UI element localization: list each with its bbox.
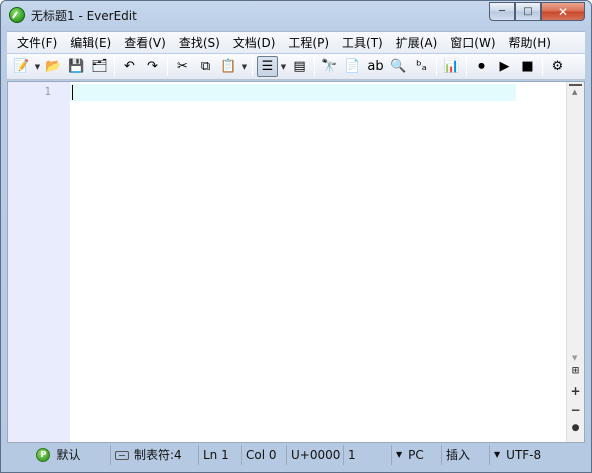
app-window: 无标题1 - EverEdit ─ □ ✕ 文件(F) 编辑(E) 查看(V) … [0,0,592,473]
toolbar-separator [167,57,168,76]
line-number: 1 [44,85,51,98]
tab-setting-label: 制表符:4 [134,448,182,462]
open-folder-icon[interactable]: 📂 [43,56,64,77]
copy-icon[interactable]: ⧉ [195,56,216,77]
word-wrap-icon[interactable]: ☰ [257,56,278,77]
menu-project[interactable]: 工程(P) [282,33,335,53]
status-line: Ln 1 [199,445,242,465]
status-encoding[interactable]: ▼ UTF-8 [490,445,560,465]
new-file-icon[interactable]: 📝 [11,56,32,77]
paste-icon[interactable]: 📋 [218,56,239,77]
split-view-icon[interactable]: ⊞ [567,366,584,376]
macro-stop-icon[interactable]: ■ [517,56,538,77]
toolbar-separator [114,57,115,76]
paste-dropdown-icon[interactable]: ▼ [240,56,249,77]
status-bar: P 默认 制表符:4 Ln 1 Col 0 U+0000 1 ▼ PC 插入 ▼… [7,444,585,466]
redo-icon[interactable]: ↷ [142,56,163,77]
find-in-document-icon[interactable]: 📄 [342,56,363,77]
caption-buttons: ─ □ ✕ [489,2,585,21]
status-language[interactable]: P 默认 [7,445,111,465]
save-all-icon[interactable]: 🗂 [89,56,110,77]
status-selection-count: 1 [344,445,392,465]
column-mode-icon[interactable]: 📊 [441,56,462,77]
cut-icon[interactable]: ✂ [172,56,193,77]
encoding-dropdown-icon: ▼ [494,450,501,459]
close-button[interactable]: ✕ [541,2,585,21]
window-title: 无标题1 - EverEdit [31,9,137,23]
scroll-up-icon[interactable]: ▲ [572,88,577,96]
menu-help[interactable]: 帮助(H) [503,33,557,53]
vertical-scrollbar[interactable]: ▲ ▼ ⊞ + − ● [566,82,584,442]
menu-file[interactable]: 文件(F) [11,33,63,53]
language-badge-icon: P [36,448,51,462]
toolbar: 📝 ▼ 📂 💾 🗂 ↶ ↷ ✂ ⧉ 📋 ▼ ☰ ▼ ▤ 🔭 📄 ab 🔍 ᵇₐ … [7,54,585,80]
scroll-down-icon[interactable]: ▼ [572,354,577,362]
toolbar-separator [436,57,437,76]
menu-document[interactable]: 文档(D) [227,33,282,53]
editor-pane: 1 ▲ ▼ ⊞ + − ● [7,81,585,443]
toolbar-separator [542,57,543,76]
replace-icon[interactable]: ab [365,56,386,77]
macro-play-icon[interactable]: ▶ [494,56,515,77]
menu-search[interactable]: 查找(S) [173,33,226,53]
view-settings-icon[interactable]: ● [567,423,584,433]
line-ending-dropdown-icon: ▼ [396,450,403,459]
toolbar-separator [314,57,315,76]
menu-bar: 文件(F) 编辑(E) 查看(V) 查找(S) 文档(D) 工程(P) 工具(T… [7,31,585,53]
everedit-logo-icon [9,7,25,23]
maximize-button[interactable]: □ [515,2,541,21]
line-ending-label: PC [408,448,424,462]
status-insert-mode[interactable]: 插入 [442,445,490,465]
status-tab-setting[interactable]: 制表符:4 [111,445,199,465]
menu-window[interactable]: 窗口(W) [444,33,501,53]
language-label: 默认 [56,448,81,462]
extra-tool-icon[interactable]: ⚙ [547,56,568,77]
minimize-button[interactable]: ─ [489,2,515,21]
text-caret [72,85,73,100]
menu-view[interactable]: 查看(V) [118,33,172,53]
replace-in-files-icon[interactable]: ᵇₐ [411,56,432,77]
macro-record-icon[interactable]: ⏺ [471,56,492,77]
title-bar[interactable]: 无标题1 - EverEdit ─ □ ✕ [1,1,591,31]
status-line-ending[interactable]: ▼ PC [392,445,442,465]
encoding-label: UTF-8 [506,448,542,462]
undo-icon[interactable]: ↶ [119,56,140,77]
menu-tools[interactable]: 工具(T) [336,33,389,53]
status-unicode: U+0000 [287,445,344,465]
zoom-in-icon[interactable]: + [567,384,584,398]
toolbar-separator [252,57,253,76]
status-column: Col 0 [242,445,287,465]
text-editor-area[interactable] [70,82,566,442]
menu-extensions[interactable]: 扩展(A) [390,33,444,53]
line-number-gutter: 1 [8,82,70,442]
toolbar-separator [466,57,467,76]
find-in-files-icon[interactable]: 🔍 [388,56,409,77]
tab-icon [115,450,129,460]
show-whitespace-icon[interactable]: ▤ [289,56,310,77]
word-wrap-dropdown-icon[interactable]: ▼ [279,56,288,77]
save-icon[interactable]: 💾 [66,56,87,77]
zoom-out-icon[interactable]: − [567,403,584,417]
find-binoculars-icon[interactable]: 🔭 [319,56,340,77]
new-file-dropdown-icon[interactable]: ▼ [33,56,42,77]
split-handle[interactable] [569,84,582,86]
menu-edit[interactable]: 编辑(E) [64,33,117,53]
